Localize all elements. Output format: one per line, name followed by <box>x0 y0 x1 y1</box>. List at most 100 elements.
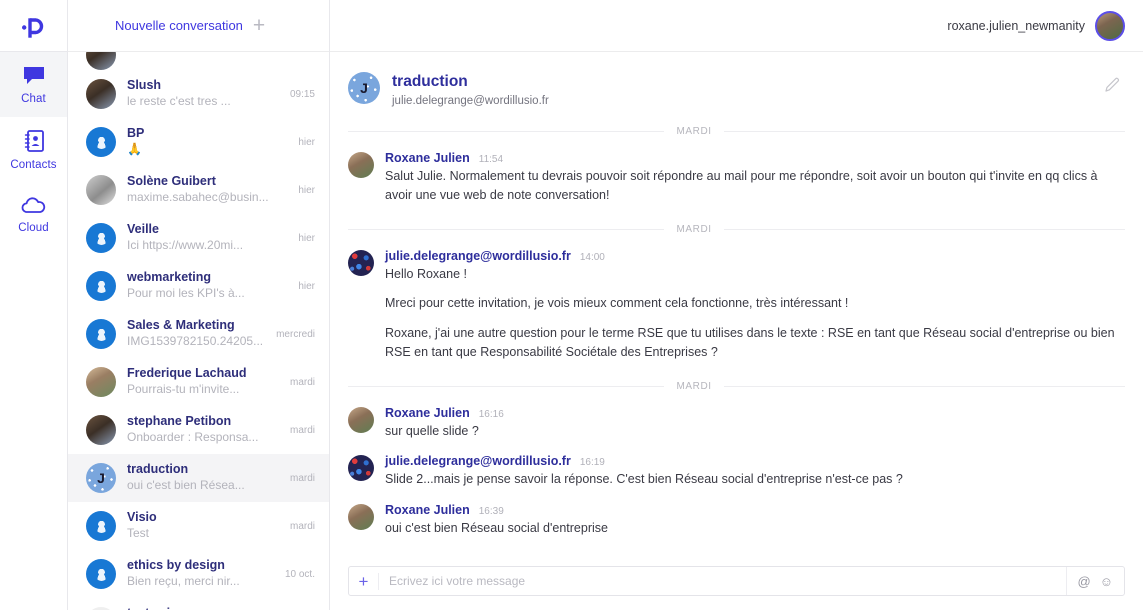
message-paragraph: Slide 2...mais je pense savoir la répons… <box>385 472 903 487</box>
list-item[interactable]: ethics by design Bien reçu, merci nir...… <box>68 550 329 598</box>
list-item-preview <box>127 54 315 70</box>
list-item[interactable]: Visio Test mardi <box>68 502 329 550</box>
message-time: 11:54 <box>478 154 504 166</box>
sidebar-item-cloud[interactable]: Cloud <box>0 182 67 247</box>
message-paragraph: Hello Roxane ! <box>385 266 467 281</box>
avatar <box>86 511 116 541</box>
message-time: 16:16 <box>478 408 504 420</box>
message-author: julie.delegrange@wordillusio.fr <box>385 454 571 469</box>
list-item-title: BP <box>127 126 145 141</box>
message: Roxane Julien 11:54 Salut Julie. Normale… <box>348 151 1125 205</box>
list-item[interactable]: stephane Petibon Onboarder : Responsa...… <box>68 406 329 454</box>
list-item-preview: le reste c'est tres ... <box>127 94 231 109</box>
conversation-list[interactable]: Slush le reste c'est tres ... 09:15 BP 🙏… <box>68 52 329 610</box>
list-item-text: traduction oui c'est bien Résea... <box>127 462 279 493</box>
message-time: 14:00 <box>579 251 605 263</box>
list-item[interactable]: Veille Ici https://www.20mi... hier <box>68 214 329 262</box>
list-item-title: webmarketing <box>127 270 212 285</box>
list-item-time: 10 oct. <box>284 568 315 580</box>
list-item[interactable]: Solène Guibert maxime.sabahec@busin... h… <box>68 166 329 214</box>
list-item-partial[interactable] <box>68 52 329 70</box>
list-item-time: hier <box>298 136 315 148</box>
avatar <box>86 559 116 589</box>
list-item-text: ethics by design Bien reçu, merci nir... <box>127 558 274 589</box>
list-item-preview: Ici https://www.20mi... <box>127 238 244 253</box>
avatar <box>86 367 116 397</box>
avatar <box>86 223 116 253</box>
message-meta: julie.delegrange@wordillusio.fr 16:19 <box>385 454 1125 468</box>
list-item-text <box>127 54 315 70</box>
list-item[interactable]: webmarketing Pour moi les KPI's à... hie… <box>68 262 329 310</box>
list-item[interactable]: Frederique Lachaud Pourrais-tu m'invite.… <box>68 358 329 406</box>
message-input[interactable] <box>379 567 1066 595</box>
list-item-time: hier <box>298 232 315 244</box>
message-meta: Roxane Julien 11:54 <box>385 151 1125 165</box>
message-composer: + @ ☺ <box>330 558 1143 610</box>
message-paragraph: oui c'est bien Réseau social d'entrepris… <box>385 521 608 536</box>
message-text: Slide 2...mais je pense savoir la répons… <box>385 470 1125 489</box>
chat-application: Chat Contacts Cloud Nouvelle conversatio… <box>0 0 1143 610</box>
date-separator: MARDI <box>348 224 1125 235</box>
message-meta: Roxane Julien 16:39 <box>385 503 1125 517</box>
message-author: Roxane Julien <box>385 503 470 518</box>
conversation-header-text: traduction julie.delegrange@wordillusio.… <box>392 72 549 107</box>
smiley-icon[interactable]: ☺ <box>1100 575 1113 588</box>
user-avatar[interactable] <box>1095 10 1125 41</box>
date-separator-label: MARDI <box>676 380 712 392</box>
list-item-time: hier <box>298 184 315 196</box>
sidebar-item-cloud-label: Cloud <box>18 221 49 234</box>
add-conversation-icon[interactable]: + <box>253 15 265 36</box>
sidebar-item-contacts[interactable]: Contacts <box>0 117 67 182</box>
attach-plus-icon[interactable]: + <box>349 572 379 590</box>
message-text: oui c'est bien Réseau social d'entrepris… <box>385 519 1125 538</box>
message-author: Roxane Julien <box>385 405 470 420</box>
list-item-text: test cci Salut <box>127 606 274 610</box>
message-time: 16:39 <box>478 506 504 518</box>
message-paragraph: Roxane, j'ai une autre question pour le … <box>385 326 1115 359</box>
list-item-time: mercredi <box>276 328 315 340</box>
pencil-icon <box>1105 77 1120 92</box>
list-item-title: Veille <box>127 222 159 237</box>
list-item-time: mardi <box>289 424 315 436</box>
list-item-time: hier <box>298 280 315 292</box>
list-item-preview: oui c'est bien Résea... <box>127 478 245 493</box>
avatar: J <box>86 463 116 493</box>
date-separator: MARDI <box>348 126 1125 137</box>
list-item[interactable]: Slush le reste c'est tres ... 09:15 <box>68 70 329 118</box>
avatar <box>86 271 116 301</box>
app-logo[interactable] <box>0 0 67 52</box>
avatar <box>348 406 374 433</box>
at-sign-icon[interactable]: @ <box>1078 575 1091 588</box>
conversation-avatar: J <box>348 72 380 104</box>
avatar <box>86 319 116 349</box>
list-item-preview: Test <box>127 526 150 541</box>
list-item-title: Sales & Marketing <box>127 318 235 333</box>
message-thread[interactable]: MARDI Roxane Julien 11:54 Salut Julie. N… <box>330 107 1143 558</box>
list-item-title: traduction <box>127 462 189 477</box>
message-body: Roxane Julien 16:16 sur quelle slide ? <box>385 406 1125 441</box>
sidebar-item-chat-label: Chat <box>21 92 46 105</box>
avatar <box>86 52 116 70</box>
navigation-rail: Chat Contacts Cloud <box>0 0 68 610</box>
sidebar-item-chat[interactable]: Chat <box>0 52 67 117</box>
list-item-text: Solène Guibert maxime.sabahec@busin... <box>127 174 287 205</box>
message-author: Roxane Julien <box>385 151 470 166</box>
edit-conversation-icon[interactable] <box>1104 76 1121 98</box>
list-item-preview: IMG1539782150.24205... <box>127 334 264 349</box>
list-item-traduction[interactable]: J traduction oui c'est bien Résea... mar… <box>68 454 329 502</box>
list-item-title: ethics by design <box>127 558 225 573</box>
conversation-avatar-initial: J <box>360 80 368 96</box>
list-item[interactable]: G test cci Salut 10 oct. <box>68 598 329 610</box>
avatar <box>348 152 374 179</box>
list-item-preview: Pourrais-tu m'invite... <box>127 382 240 397</box>
list-item[interactable]: BP 🙏 hier <box>68 118 329 166</box>
message: julie.delegrange@wordillusio.fr 14:00 He… <box>348 249 1125 362</box>
sidebar-item-contacts-label: Contacts <box>10 158 57 171</box>
avatar <box>348 504 374 531</box>
new-conversation-button[interactable]: Nouvelle conversation <box>115 18 243 33</box>
list-item[interactable]: Sales & Marketing IMG1539782150.24205...… <box>68 310 329 358</box>
list-item-text: Frederique Lachaud Pourrais-tu m'invite.… <box>127 366 279 397</box>
message-text: Salut Julie. Normalement tu devrais pouv… <box>385 167 1125 205</box>
list-item-time: mardi <box>289 520 315 532</box>
list-item-title: test cci <box>127 606 274 610</box>
